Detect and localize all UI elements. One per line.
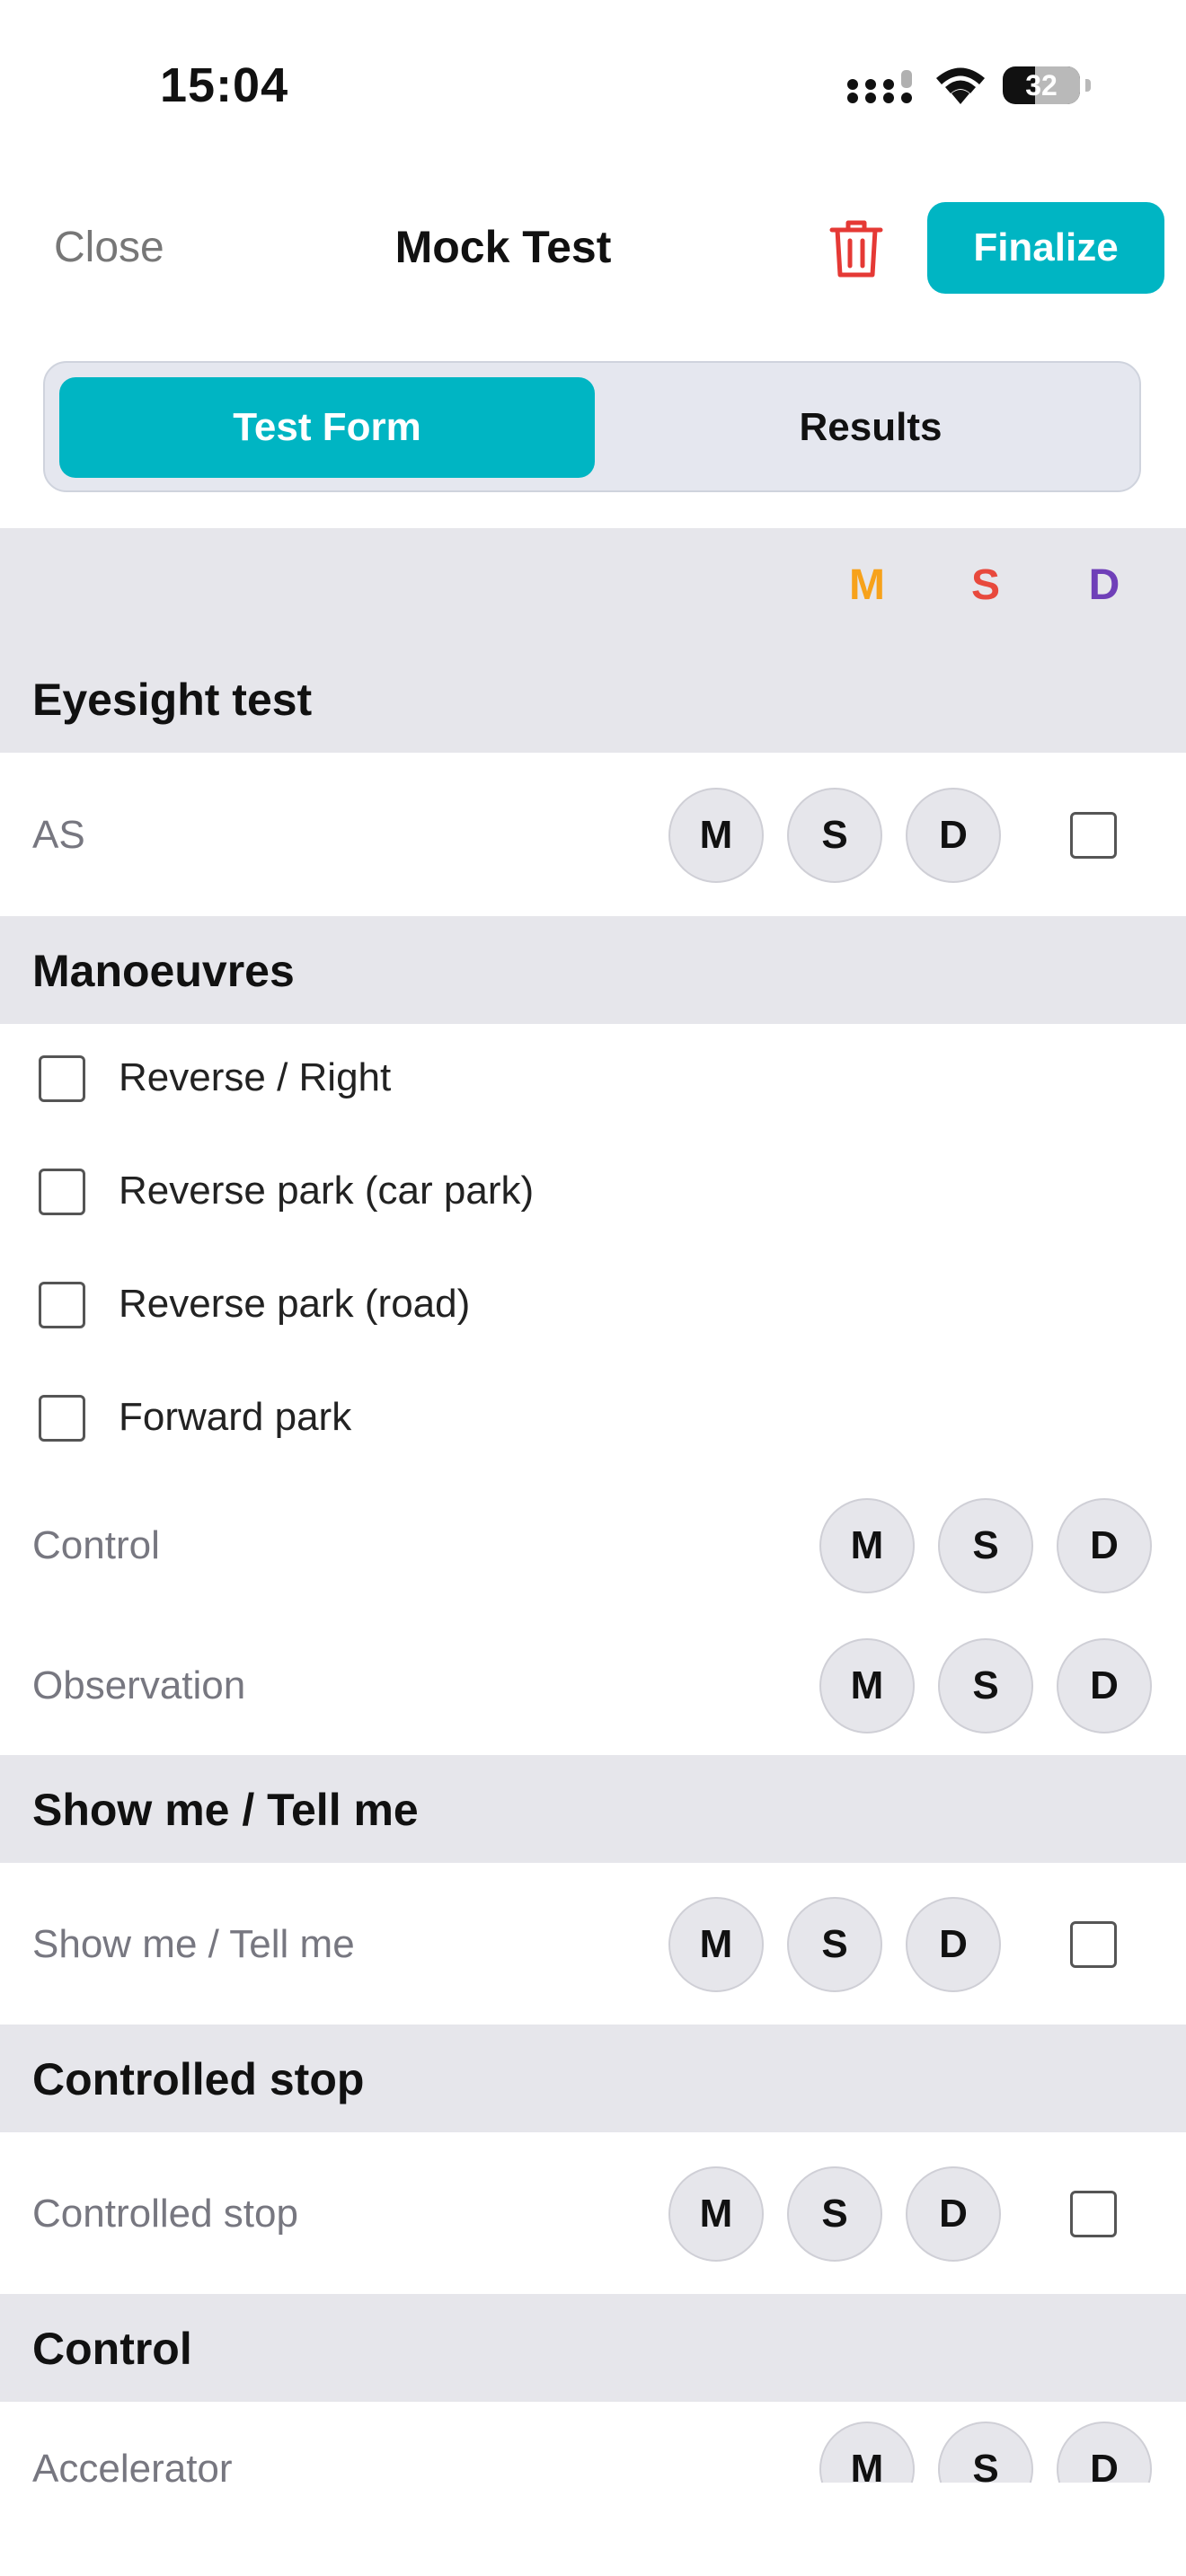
checkbox-reverse-park-road[interactable] (39, 1282, 85, 1328)
status-time: 15:04 (160, 58, 289, 112)
section-header-manoeuvres: Manoeuvres (0, 916, 1186, 1024)
wifi-icon (936, 67, 985, 104)
section-title: Show me / Tell me (32, 1785, 419, 1835)
clipped-row-container: Accelerator M S D (0, 2402, 1186, 2483)
section-header-control: Control (0, 2294, 1186, 2402)
control-m-button[interactable]: M (819, 1498, 915, 1593)
controlled-stop-checkbox[interactable] (1070, 2191, 1117, 2237)
section-header-eyesight: M S D Eyesight test (0, 528, 1186, 753)
checkbox-forward-park[interactable] (39, 1395, 85, 1442)
accelerator-m-button[interactable]: M (819, 2422, 915, 2483)
row-label-show-me-tell-me: Show me / Tell me (32, 1922, 355, 1966)
tab-test-form[interactable]: Test Form (59, 377, 595, 478)
status-icons: 32 (846, 63, 1091, 108)
showme-s-button[interactable]: S (787, 1897, 882, 1992)
row-label-observation: Observation (32, 1663, 246, 1707)
section-header-controlled-stop: Controlled stop (0, 2025, 1186, 2132)
accelerator-s-button[interactable]: S (938, 2422, 1033, 2483)
segmented-control: Test Form Results (43, 361, 1141, 492)
controlled-stop-d-button[interactable]: D (906, 2166, 1001, 2262)
showme-checkbox[interactable] (1070, 1921, 1117, 1968)
controlled-stop-s-button[interactable]: S (787, 2166, 882, 2262)
signal-icon (847, 70, 912, 103)
option-label: Forward park (119, 1395, 352, 1439)
section-header-show-me-tell-me: Show me / Tell me (0, 1755, 1186, 1863)
controlled-stop-m-button[interactable]: M (668, 2166, 764, 2262)
section-title: Control (32, 2324, 192, 2374)
section-title: Eyesight test (32, 675, 313, 725)
finalize-button[interactable]: Finalize (927, 202, 1164, 294)
section-title: Manoeuvres (32, 946, 295, 996)
checkbox-reverse-right[interactable] (39, 1055, 85, 1102)
legend-s: S (970, 561, 1000, 609)
as-checkbox[interactable] (1070, 812, 1117, 859)
legend-d: D (1088, 561, 1120, 609)
as-m-button[interactable]: M (668, 788, 764, 883)
battery-icon: 32 (1003, 66, 1091, 104)
observation-m-button[interactable]: M (819, 1638, 915, 1734)
as-d-button[interactable]: D (906, 788, 1001, 883)
as-s-button[interactable]: S (787, 788, 882, 883)
option-label: Reverse park (car park) (119, 1169, 535, 1213)
observation-s-button[interactable]: S (938, 1638, 1033, 1734)
control-d-button[interactable]: D (1057, 1498, 1152, 1593)
option-label: Reverse / Right (119, 1055, 392, 1099)
legend-m: M (849, 561, 885, 609)
section-title: Controlled stop (32, 2054, 365, 2104)
row-label-accelerator: Accelerator (32, 2447, 233, 2483)
row-label-controlled-stop: Controlled stop (32, 2192, 298, 2236)
option-label: Reverse park (road) (119, 1282, 471, 1326)
row-label-as: AS (32, 813, 85, 857)
trash-icon[interactable] (828, 217, 884, 280)
tab-results[interactable]: Results (615, 377, 1127, 478)
control-s-button[interactable]: S (938, 1498, 1033, 1593)
battery-level: 32 (1025, 69, 1058, 101)
checkbox-reverse-park-car-park[interactable] (39, 1169, 85, 1215)
row-label-control: Control (32, 1523, 160, 1567)
observation-d-button[interactable]: D (1057, 1638, 1152, 1734)
showme-d-button[interactable]: D (906, 1897, 1001, 1992)
accelerator-d-button[interactable]: D (1057, 2422, 1152, 2483)
showme-m-button[interactable]: M (668, 1897, 764, 1992)
